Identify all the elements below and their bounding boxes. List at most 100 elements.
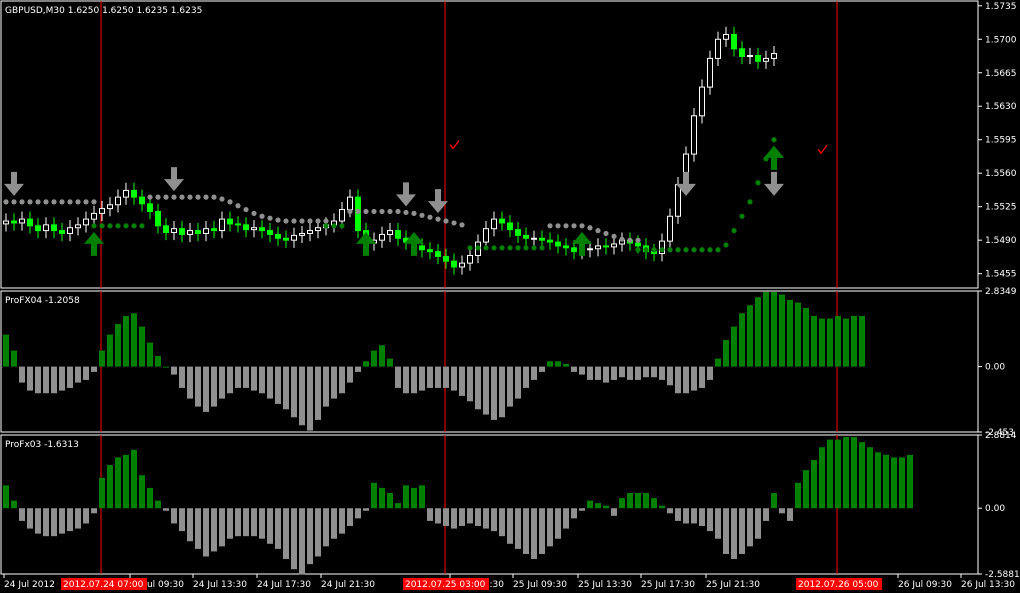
candle-body	[483, 228, 489, 243]
grey-stop-dot	[355, 208, 361, 215]
histogram-bar	[859, 315, 865, 367]
histogram-bar	[659, 505, 665, 509]
candle-body	[179, 228, 185, 235]
candle-body	[115, 196, 121, 206]
histogram-bar	[571, 366, 577, 372]
candle-body	[163, 225, 169, 234]
candle-body	[667, 215, 673, 242]
histogram-bar	[715, 358, 721, 367]
candle-body	[107, 204, 113, 210]
pane-frame	[0, 0, 979, 289]
green-stop-dot	[723, 242, 729, 248]
histogram-bar	[371, 350, 377, 367]
histogram-bar	[531, 366, 537, 380]
candle-body	[723, 33, 729, 40]
green-stop-dot	[475, 245, 481, 251]
histogram-bar	[11, 350, 17, 367]
green-stop-dot	[483, 245, 489, 251]
candle-body	[307, 230, 313, 234]
grey-stop-dot	[3, 199, 9, 205]
grey-stop-dot	[227, 199, 233, 205]
histogram-bar	[771, 291, 777, 367]
green-stop-dot	[755, 180, 761, 186]
candle-body	[99, 208, 105, 214]
grey-stop-dot	[171, 194, 177, 200]
grey-stop-dot	[19, 199, 25, 205]
histogram-bar	[467, 508, 473, 524]
candle-body	[227, 218, 233, 225]
grey-stop-dot	[571, 223, 577, 229]
candle-body	[379, 233, 385, 241]
green-stop-dot	[515, 245, 521, 251]
candle-body	[427, 249, 433, 253]
green-stop-dot	[771, 137, 777, 143]
candle-body	[603, 245, 609, 248]
candle-body	[195, 230, 201, 234]
histogram-bar	[523, 508, 529, 554]
histogram-bar	[483, 366, 489, 415]
histogram-bar	[179, 366, 185, 388]
histogram-bar	[747, 508, 753, 547]
candle-body	[675, 184, 681, 217]
candle-body	[315, 227, 321, 232]
profx04-pane: 2.83490.00-2.453	[0, 287, 1017, 438]
x-highlight-label: 2012.07.24 07:00	[63, 580, 144, 590]
histogram-bar	[3, 485, 9, 509]
check-mark	[449, 140, 460, 150]
y-tick-label: 2.8349	[985, 287, 1017, 297]
y-tick-label: 1.5700	[985, 35, 1017, 45]
histogram-bar	[91, 508, 97, 514]
y-tick-label: 1.5525	[985, 203, 1017, 213]
chart-stage: 1.5735 1.5700 1.5665 1.5630 1.5595 1.5560 1.55…	[0, 0, 1020, 590]
histogram-bar	[99, 350, 105, 367]
candle-body	[467, 254, 473, 264]
histogram-bar	[107, 465, 113, 509]
histogram-bar	[547, 361, 553, 367]
grey-stop-dot	[195, 194, 201, 200]
histogram-bar	[883, 454, 889, 509]
buy-arrow	[764, 145, 784, 170]
histogram-bar	[123, 315, 129, 367]
candle-body	[771, 53, 777, 59]
green-stop-dot	[531, 245, 537, 251]
histogram-bar	[459, 366, 465, 396]
histogram-bar	[203, 366, 209, 412]
grey-stop-dot	[563, 223, 569, 229]
green-stop-dot	[635, 247, 641, 253]
grey-stop-dot	[419, 212, 425, 218]
histogram-bar	[139, 475, 145, 509]
profx03-pane: 2.8814 0.00 -2.5881	[0, 431, 1020, 580]
green-stop-dot	[747, 199, 753, 205]
histogram-bar	[211, 508, 217, 552]
candle-body	[539, 237, 545, 241]
histogram-bar	[3, 334, 9, 367]
y-tick-label: 0.00	[985, 363, 1005, 373]
candle-body	[291, 234, 297, 241]
y-tick-label: 1.5560	[985, 169, 1017, 179]
grey-stop-dot	[587, 225, 593, 231]
histogram-bar	[507, 366, 513, 407]
sell-arrow	[164, 167, 184, 192]
histogram-bar	[435, 508, 441, 524]
grey-stop-dot	[547, 223, 553, 229]
grey-stop-dot	[363, 208, 369, 215]
histogram-bar	[347, 508, 353, 527]
histogram-bar	[291, 508, 297, 570]
y-tick-label: 1.5735	[985, 2, 1017, 12]
histogram-bar	[187, 366, 193, 399]
histogram-bar	[779, 508, 785, 514]
y-tick-label: 1.5490	[985, 236, 1017, 246]
histogram-bar	[43, 508, 49, 537]
histogram-bar	[643, 492, 649, 509]
green-stop-dot	[507, 245, 513, 251]
histogram-bar	[675, 508, 681, 521]
grey-stop-dot	[315, 218, 321, 224]
candle-body	[507, 222, 513, 231]
candle-body	[267, 230, 273, 235]
histogram-bar	[115, 323, 121, 367]
histogram-bar	[491, 508, 497, 532]
grey-stop-dot	[243, 206, 249, 213]
histogram-bar	[219, 508, 225, 547]
histogram-bar	[363, 508, 369, 511]
histogram-bar	[67, 508, 73, 532]
